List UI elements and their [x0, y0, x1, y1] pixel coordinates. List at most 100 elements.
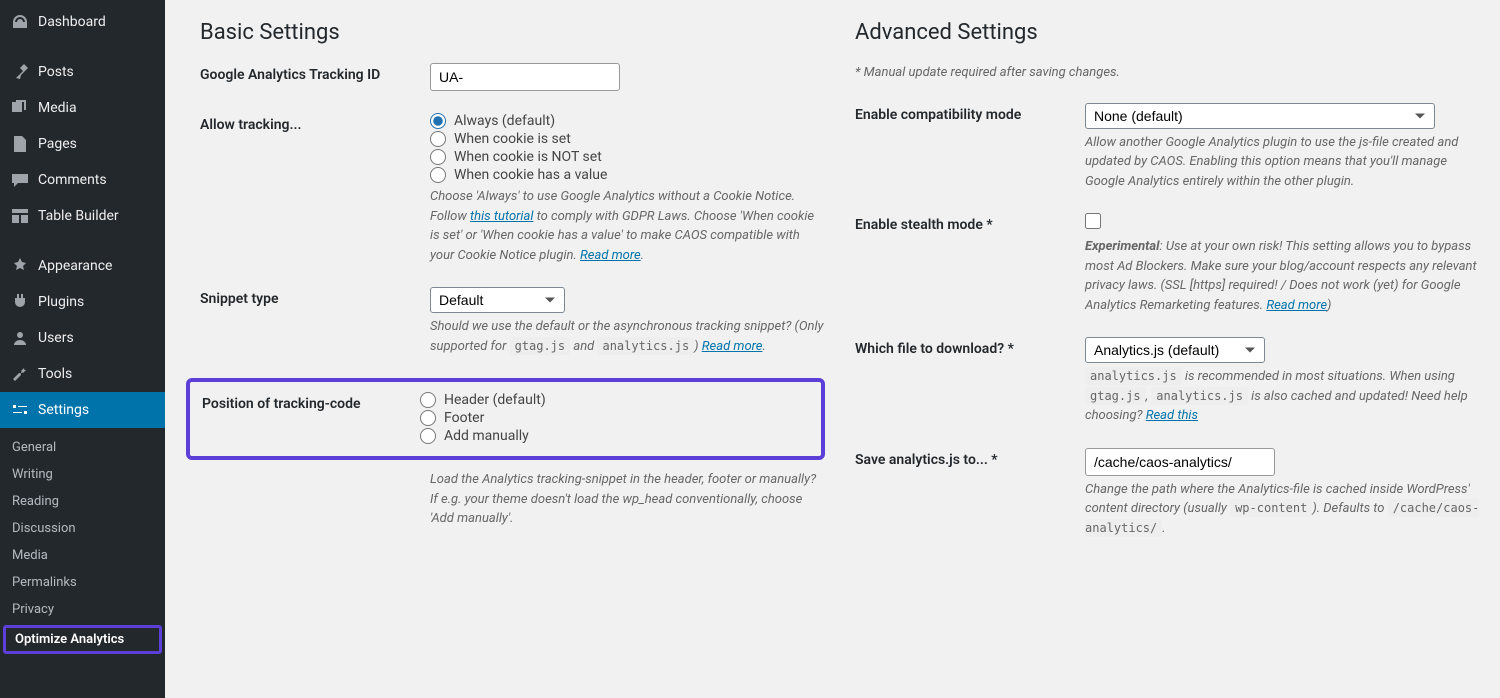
- sidebar-item-dashboard[interactable]: Dashboard: [0, 4, 165, 40]
- code-analytics: analytics.js: [1085, 367, 1182, 385]
- sidebar-item-media[interactable]: Media: [0, 90, 165, 126]
- position-label: Position of tracking-code: [202, 392, 420, 412]
- stealth-checkbox[interactable]: [1085, 213, 1101, 229]
- users-icon: [10, 328, 30, 348]
- sidebar-item-label: Appearance: [38, 258, 112, 274]
- code-analytics: analytics.js: [597, 337, 694, 355]
- allow-cookie-value-radio[interactable]: [430, 167, 446, 183]
- submenu-media[interactable]: Media: [0, 542, 165, 569]
- plugins-icon: [10, 292, 30, 312]
- snippet-type-row: Snippet type Default Should we use the d…: [200, 287, 825, 356]
- basic-heading: Basic Settings: [200, 20, 825, 45]
- comments-icon: [10, 170, 30, 190]
- read-this-link[interactable]: Read this: [1146, 408, 1198, 423]
- sidebar-item-label: Comments: [38, 172, 107, 188]
- save-path-desc: Change the path where the Analytics-file…: [1085, 480, 1480, 539]
- sidebar-item-plugins[interactable]: Plugins: [0, 284, 165, 320]
- advanced-heading: Advanced Settings: [855, 20, 1480, 45]
- sidebar-item-label: Settings: [38, 402, 89, 418]
- allow-cookie-not-set-radio[interactable]: [430, 149, 446, 165]
- allow-always-radio[interactable]: [430, 113, 446, 129]
- save-path-label: Save analytics.js to... *: [855, 448, 1085, 468]
- submenu-general[interactable]: General: [0, 434, 165, 461]
- allow-cookie-set-radio[interactable]: [430, 131, 446, 147]
- tools-icon: [10, 364, 30, 384]
- table-icon: [10, 206, 30, 226]
- save-path-input[interactable]: [1085, 448, 1275, 476]
- read-more-link[interactable]: Read more: [1266, 298, 1327, 313]
- appearance-icon: [10, 256, 30, 276]
- allow-tracking-row: Allow tracking... Always (default) When …: [200, 113, 825, 265]
- snippet-type-desc: Should we use the default or the asynchr…: [430, 317, 825, 356]
- stealth-desc: Experimental: Use at your own risk! This…: [1085, 237, 1480, 315]
- code-analytics: analytics.js: [1151, 387, 1248, 405]
- radio-label: When cookie has a value: [454, 167, 607, 183]
- snippet-type-select[interactable]: Default: [430, 287, 565, 313]
- submenu-reading[interactable]: Reading: [0, 488, 165, 515]
- file-select[interactable]: Analytics.js (default): [1085, 337, 1265, 363]
- sidebar-item-tools[interactable]: Tools: [0, 356, 165, 392]
- sidebar-item-label: Users: [38, 330, 74, 346]
- sidebar-item-label: Posts: [38, 64, 74, 80]
- radio-label: Always (default): [454, 113, 555, 129]
- sidebar-item-settings[interactable]: Settings: [0, 392, 165, 428]
- radio-label: Header (default): [444, 392, 546, 408]
- position-highlight: Position of tracking-code Header (defaul…: [186, 378, 825, 460]
- submenu-discussion[interactable]: Discussion: [0, 515, 165, 542]
- advanced-settings-column: Advanced Settings * Manual update requir…: [855, 20, 1480, 560]
- advanced-note: * Manual update required after saving ch…: [855, 63, 1480, 83]
- submenu-optimize-analytics[interactable]: Optimize Analytics: [3, 625, 162, 654]
- save-path-row: Save analytics.js to... * Change the pat…: [855, 448, 1480, 539]
- tutorial-link[interactable]: this tutorial: [470, 209, 533, 224]
- file-row: Which file to download? * Analytics.js (…: [855, 337, 1480, 426]
- main-content: Basic Settings Google Analytics Tracking…: [165, 0, 1500, 698]
- sidebar-item-label: Media: [38, 100, 77, 116]
- position-footer-radio[interactable]: [420, 410, 436, 426]
- submenu-privacy[interactable]: Privacy: [0, 596, 165, 623]
- sidebar-item-table-builder[interactable]: Table Builder: [0, 198, 165, 234]
- settings-icon: [10, 400, 30, 420]
- sidebar-item-users[interactable]: Users: [0, 320, 165, 356]
- sidebar-item-label: Tools: [38, 366, 72, 382]
- position-manual-radio[interactable]: [420, 428, 436, 444]
- sidebar-item-appearance[interactable]: Appearance: [0, 248, 165, 284]
- radio-label: Add manually: [444, 428, 529, 444]
- code-gtag: gtag.js: [510, 337, 571, 355]
- settings-submenu: General Writing Reading Discussion Media…: [0, 428, 165, 662]
- position-header-radio[interactable]: [420, 392, 436, 408]
- sidebar-item-label: Pages: [38, 136, 77, 152]
- sidebar-item-label: Dashboard: [38, 14, 106, 30]
- tracking-id-label: Google Analytics Tracking ID: [200, 63, 430, 83]
- position-desc: Load the Analytics tracking-snippet in t…: [430, 470, 825, 529]
- pages-icon: [10, 134, 30, 154]
- dashboard-icon: [10, 12, 30, 32]
- radio-label: When cookie is set: [454, 131, 571, 147]
- stealth-row: Enable stealth mode * Experimental: Use …: [855, 213, 1480, 315]
- allow-tracking-label: Allow tracking...: [200, 113, 430, 133]
- tracking-id-row: Google Analytics Tracking ID: [200, 63, 825, 91]
- code-wp-content: wp-content: [1230, 499, 1312, 517]
- snippet-type-label: Snippet type: [200, 287, 430, 307]
- compat-select[interactable]: None (default): [1085, 103, 1435, 129]
- stealth-label: Enable stealth mode *: [855, 213, 1085, 233]
- sidebar-item-label: Table Builder: [38, 208, 119, 224]
- allow-tracking-desc: Choose 'Always' to use Google Analytics …: [430, 187, 825, 265]
- position-row: Position of tracking-code Header (defaul…: [202, 392, 809, 446]
- sidebar-item-label: Plugins: [38, 294, 84, 310]
- pin-icon: [10, 62, 30, 82]
- radio-label: When cookie is NOT set: [454, 149, 602, 165]
- compat-desc: Allow another Google Analytics plugin to…: [1085, 133, 1480, 192]
- submenu-permalinks[interactable]: Permalinks: [0, 569, 165, 596]
- file-label: Which file to download? *: [855, 337, 1085, 357]
- submenu-writing[interactable]: Writing: [0, 461, 165, 488]
- compat-label: Enable compatibility mode: [855, 103, 1085, 123]
- sidebar-item-posts[interactable]: Posts: [0, 54, 165, 90]
- sidebar-item-comments[interactable]: Comments: [0, 162, 165, 198]
- read-more-link[interactable]: Read more: [702, 339, 763, 354]
- compat-row: Enable compatibility mode None (default)…: [855, 103, 1480, 192]
- sidebar-item-pages[interactable]: Pages: [0, 126, 165, 162]
- tracking-id-input[interactable]: [430, 63, 620, 91]
- radio-label: Footer: [444, 410, 484, 426]
- admin-sidebar: Dashboard Posts Media Pages Comments Tab…: [0, 0, 165, 698]
- read-more-link[interactable]: Read more: [580, 248, 641, 263]
